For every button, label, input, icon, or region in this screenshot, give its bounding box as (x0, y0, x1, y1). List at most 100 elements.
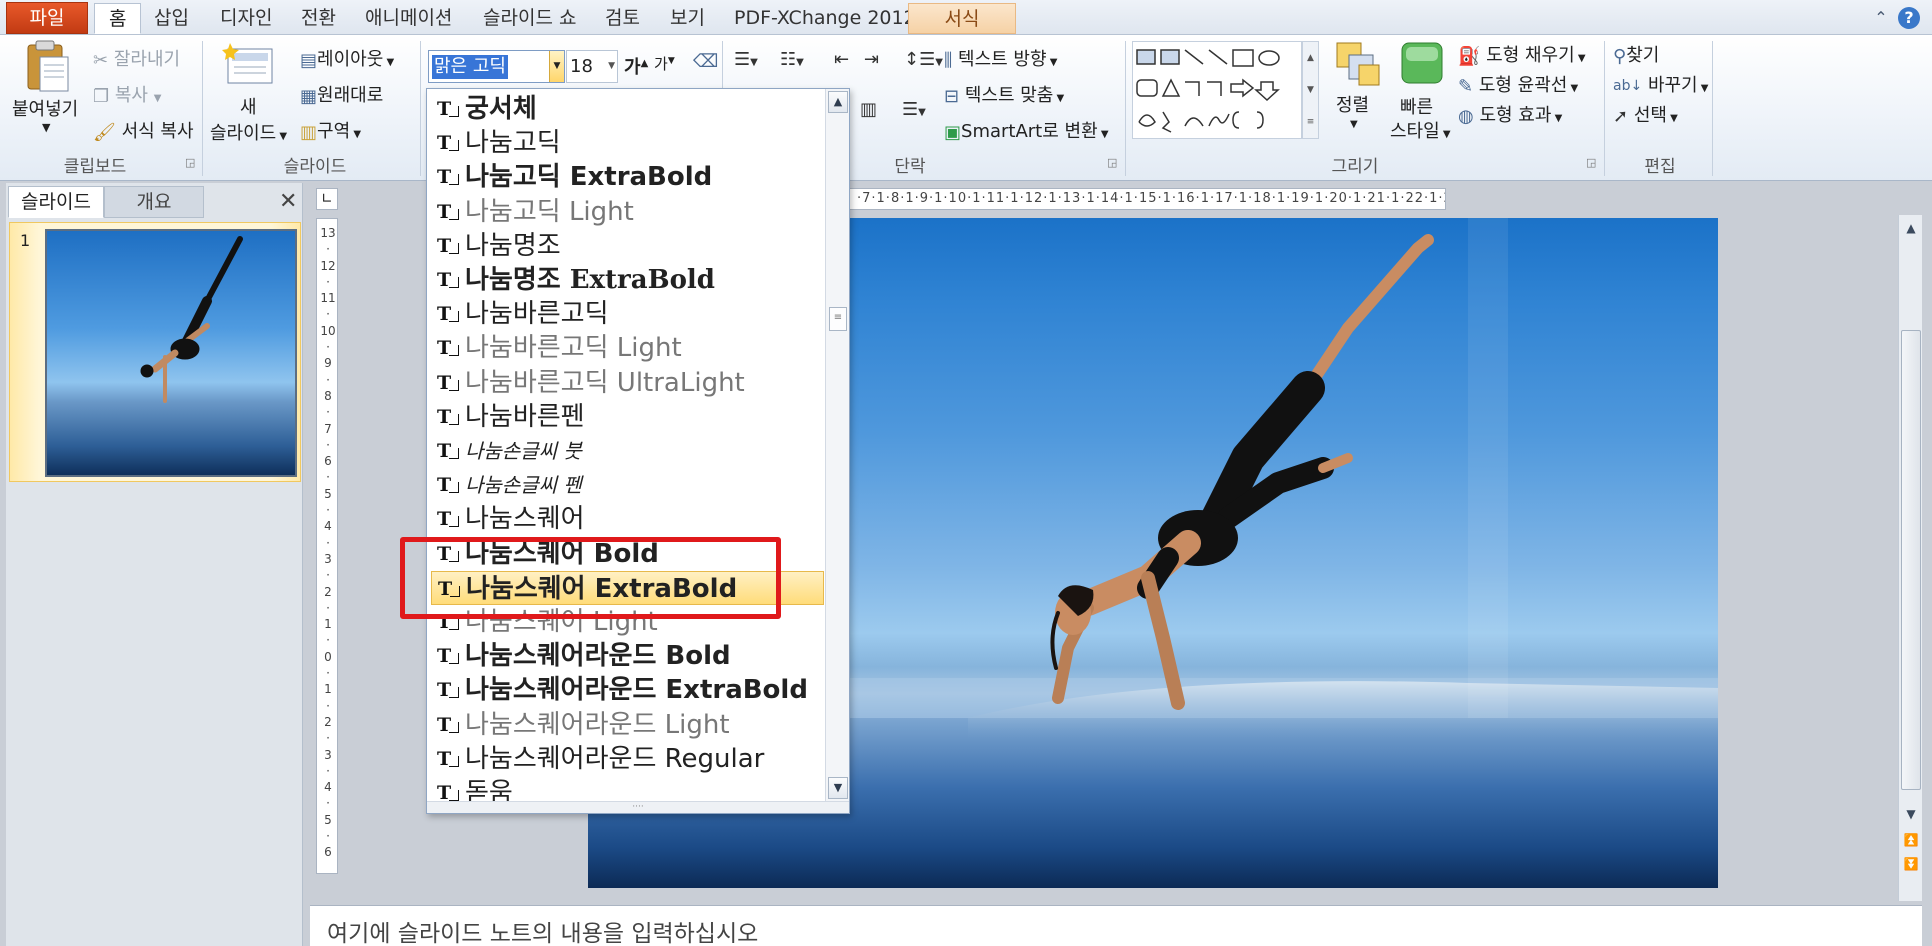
font-list-item[interactable]: T 나눔손글씨 펜 (431, 468, 824, 502)
bullets-button[interactable]: ☰▼ (734, 49, 758, 70)
font-list-item[interactable]: T 나눔고딕 Light (431, 195, 824, 229)
line-spacing-button[interactable]: ↕☰▼ (904, 49, 943, 70)
font-list-scrollbar[interactable]: ▲ ≡ ▼ (825, 89, 849, 801)
decrease-indent-icon[interactable]: ⇤ (834, 49, 849, 70)
shape-outline-button[interactable]: ✎ 도형 윤곽선 ▼ (1458, 71, 1578, 97)
font-list-item[interactable]: T 궁서체 (431, 92, 824, 126)
reset-button[interactable]: ▦원래대로 (300, 81, 383, 107)
slide-thumbnail[interactable] (45, 229, 297, 477)
font-list-item[interactable]: T 나눔바른펜 (431, 400, 824, 434)
quick-styles-icon[interactable] (1398, 39, 1446, 89)
grow-font-button[interactable]: 가▲ (624, 53, 648, 79)
find-button[interactable]: ⚲찾기 (1613, 41, 1659, 67)
quick-styles-label-1[interactable]: 빠른 (1400, 93, 1433, 119)
text-direction-button[interactable]: ⫼ 텍스트 방향 ▼ (944, 45, 1057, 71)
paste-button[interactable]: 붙여넣기 (12, 95, 78, 121)
replace-button[interactable]: ab↓ 바꾸기 ▼ (1613, 71, 1709, 97)
tab-transitions[interactable]: 전환 (287, 3, 350, 34)
font-list-item[interactable]: T 나눔스퀘어라운드 Bold (431, 639, 824, 673)
tab-animations[interactable]: 애니메이션 (351, 3, 466, 34)
font-name-dropdown-button[interactable]: ▼ (549, 51, 564, 82)
font-list-item[interactable]: T 나눔바른고딕 UltraLight (431, 366, 824, 400)
tab-file[interactable]: 파일 (6, 2, 88, 34)
font-list-item[interactable]: T 나눔바른고딕 (431, 297, 824, 331)
tab-slides-panel[interactable]: 슬라이드 (8, 186, 104, 218)
notes-pane[interactable]: 여기에 슬라이드 노트의 내용을 입력하십시오 (310, 905, 1922, 946)
font-list-item[interactable]: T 나눔고딕 ExtraBold (431, 160, 824, 194)
shape-effects-button[interactable]: ◍ 도형 효과 ▼ (1458, 101, 1562, 127)
arrange-button[interactable]: 정렬 (1336, 91, 1369, 117)
cut-button[interactable]: ✂ 잘라내기 (93, 45, 180, 71)
tab-pdfxchange[interactable]: PDF-XChange 2012 (720, 3, 930, 34)
increase-indent-icon[interactable]: ⇥ (864, 49, 879, 70)
horizontal-ruler[interactable]: ·7·1·8·1·9·1·10·1·11·1·12·1·13·1·14·1·15… (846, 188, 1446, 210)
paste-icon[interactable] (22, 39, 72, 95)
columns-icon[interactable]: ▥ (860, 99, 877, 120)
font-list-item[interactable]: T 나눔명조 (431, 229, 824, 263)
font-name-input[interactable]: 맑은 고딕 (432, 55, 508, 79)
select-button[interactable]: ➚ 선택 ▼ (1613, 101, 1678, 127)
numbering-button[interactable]: ☷▼ (780, 49, 804, 70)
font-list-item[interactable]: T 나눔손글씨 붓 (431, 434, 824, 468)
slide-thumbnail-row[interactable]: 1 (9, 222, 301, 482)
vertical-ruler[interactable]: 13 · 12 · 11 · 10 · 9 · 8 · 7 · 6 · 5 · … (316, 218, 338, 874)
font-list-item[interactable]: T 나눔바른고딕 Light (431, 331, 824, 365)
font-list-resize-grip[interactable]: ···· (427, 801, 849, 813)
shape-fill-button[interactable]: ⛽ 도형 채우기 ▼ (1458, 41, 1586, 67)
font-list-item[interactable]: T 나눔고딕 (431, 126, 824, 160)
previous-slide-icon[interactable]: ⏫ (1901, 829, 1921, 851)
shrink-font-button[interactable]: 가▼ (654, 53, 675, 74)
font-list-scroll-up-icon[interactable]: ▲ (828, 91, 848, 113)
font-list-item[interactable]: T 나눔명조 ExtraBold (431, 263, 824, 297)
clipboard-launcher-icon[interactable]: ◲ (185, 156, 195, 169)
tab-format[interactable]: 서식 (908, 3, 1016, 34)
font-list-item[interactable]: T 나눔스퀘어라운드 Regular (431, 742, 824, 776)
font-list-scroll-down-icon[interactable]: ▼ (828, 777, 848, 799)
font-list-scroll-thumb[interactable]: ≡ (829, 307, 847, 331)
new-slide-icon[interactable] (222, 41, 276, 91)
shapes-gallery-scroll[interactable]: ▲ ▼ ≡ (1302, 41, 1319, 139)
font-size-combobox[interactable]: 18 ▼ (566, 50, 618, 83)
font-list-item[interactable]: T 나눔스퀘어 (431, 502, 824, 536)
editor-vertical-scrollbar[interactable]: ▲ ▼ ⏫ ⏬ (1898, 215, 1922, 901)
tab-view[interactable]: 보기 (656, 3, 719, 34)
font-size-dropdown-icon[interactable]: ▼ (608, 51, 615, 82)
tab-stop-selector[interactable]: ∟ (316, 188, 338, 210)
close-panel-icon[interactable]: ✕ (279, 189, 297, 214)
quick-styles-button[interactable]: 스타일 ▼ (1390, 117, 1451, 143)
next-slide-icon[interactable]: ⏬ (1901, 853, 1921, 875)
arrange-dropdown-icon[interactable]: ▼ (1350, 119, 1358, 130)
minimize-ribbon-icon[interactable]: ⌃ (1870, 7, 1892, 29)
scroll-down-icon[interactable]: ▼ (1901, 803, 1921, 825)
copy-button[interactable]: ❐ 복사 ▼ (93, 81, 161, 107)
new-slide-label-1[interactable]: 새 (240, 93, 257, 119)
paste-dropdown-icon[interactable]: ▼ (42, 121, 50, 134)
tab-design[interactable]: 디자인 (206, 3, 286, 34)
arrange-icon[interactable] (1333, 39, 1383, 89)
tab-outline-panel[interactable]: 개요 (104, 186, 204, 218)
font-dropdown-list[interactable]: T 궁서체 T 나눔고딕 T 나눔고딕 ExtraBold T 나눔고딕 Light T 나눔명조… (426, 88, 850, 814)
clear-formatting-icon[interactable]: ⌫ (693, 51, 718, 72)
font-list-item[interactable]: T 나눔스퀘어라운드 Light (431, 708, 824, 742)
drawing-launcher-icon[interactable]: ◲ (1586, 156, 1596, 169)
smartart-button[interactable]: ▣SmartArt로 변환 ▼ (944, 117, 1109, 143)
tab-insert[interactable]: 삽입 (140, 3, 203, 34)
scroll-thumb[interactable] (1901, 330, 1921, 790)
shrink-font-label: 가 (654, 55, 668, 73)
scroll-up-icon[interactable]: ▲ (1901, 217, 1921, 239)
new-slide-button[interactable]: 슬라이드 ▼ (210, 119, 287, 145)
align-text-button[interactable]: ⊟ 텍스트 맞춤 ▼ (944, 81, 1064, 107)
layout-button[interactable]: ▤레이아웃 ▼ (300, 45, 394, 71)
align-button[interactable]: ☰▼ (902, 99, 926, 120)
tab-home[interactable]: 홈 (94, 3, 142, 34)
font-name-combobox[interactable]: 맑은 고딕 ▼ (428, 50, 565, 83)
format-painter-button[interactable]: 🖌 서식 복사 (93, 117, 194, 143)
help-icon[interactable]: ? (1898, 7, 1920, 29)
tab-review[interactable]: 검토 (591, 3, 654, 34)
font-list-item[interactable]: T 나눔스퀘어라운드 ExtraBold (431, 673, 824, 707)
font-size-input[interactable]: 18 (570, 56, 593, 77)
section-button[interactable]: ▥구역 ▼ (300, 117, 361, 143)
paragraph-launcher-icon[interactable]: ◲ (1107, 156, 1117, 169)
shapes-gallery[interactable] (1132, 41, 1302, 139)
tab-slideshow[interactable]: 슬라이드 쇼 (469, 3, 590, 34)
